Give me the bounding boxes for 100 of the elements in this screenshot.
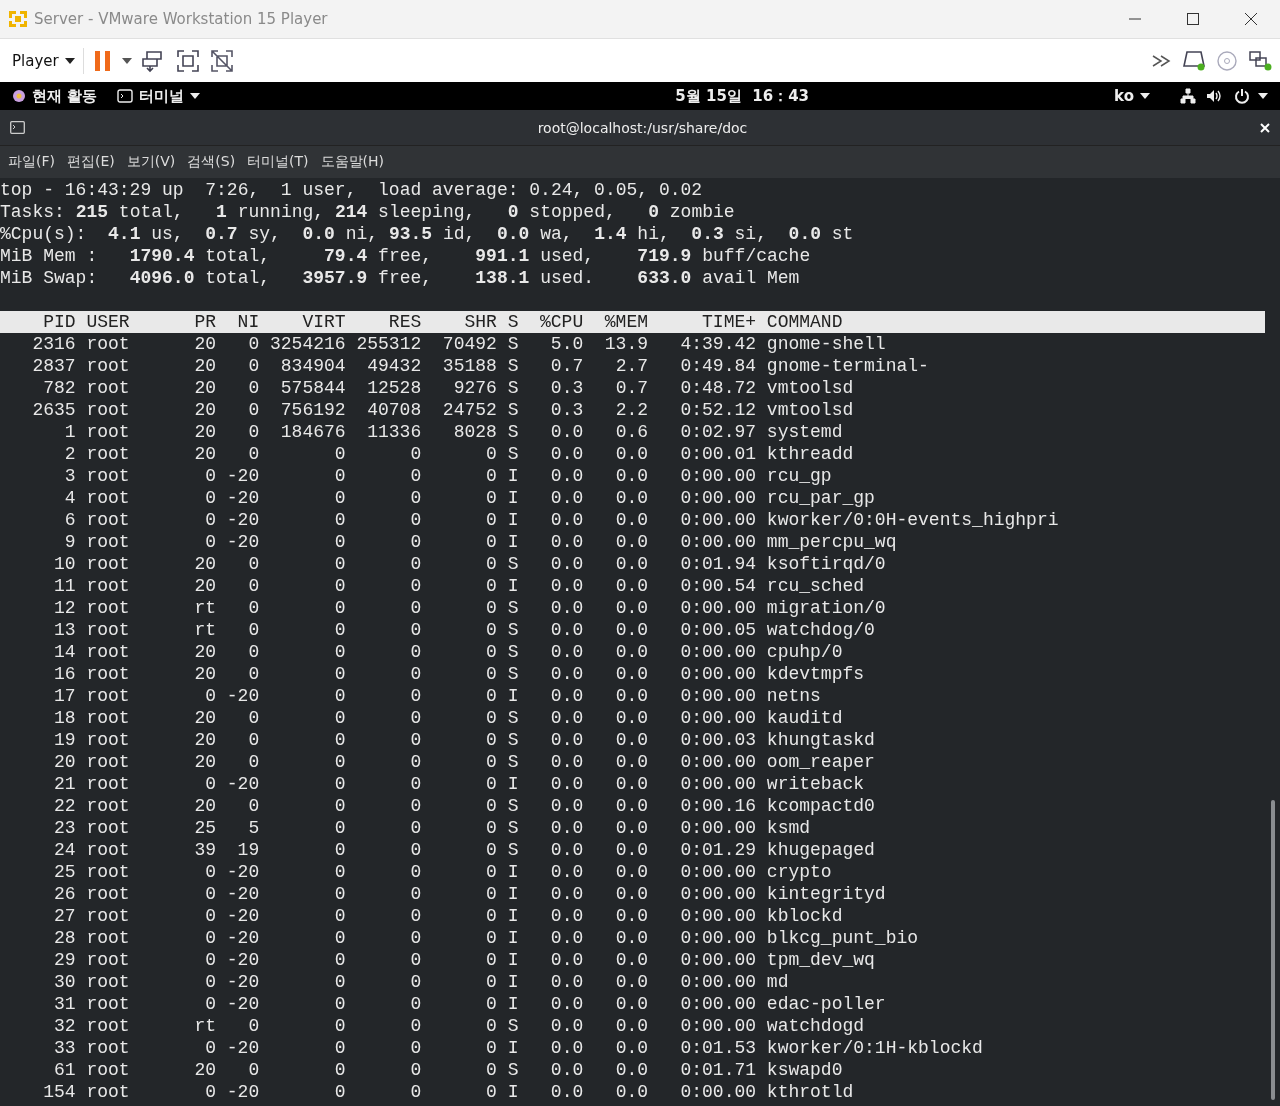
table-cell-text: 9 [63,531,76,553]
table-cell-text: root [85,839,131,861]
table-cell-text: root [85,575,131,597]
table-cell-text: 0.7 [614,377,649,399]
table-cell-text: 0.0 [549,663,584,685]
table-cell-text: 0.0 [549,531,584,553]
table-cell-text: 0:00.03 [679,729,757,751]
table-cell-text: 0 [204,971,216,993]
table-cell-text: 0 [247,751,260,773]
table-cell-text: 0.0 [614,641,649,663]
table-cell-text: 0 [485,597,497,619]
table-cell-text: I [506,465,519,487]
caret-icon [1140,93,1150,99]
table-cell-text: 0 [333,729,346,751]
table-cell-text: 5.0 [549,333,584,355]
table-cell-text: 0 [485,1081,497,1103]
table-cell-text: 0.0 [549,883,584,905]
table-cell-text: 10 [53,553,76,575]
table-cell-text: 0 [204,773,216,795]
table-cell-text: 0 [247,377,260,399]
menu-item[interactable]: 도움말(H) [314,153,391,171]
activities-button[interactable]: 현재 활동 [12,86,98,106]
table-cell-text: S [506,597,519,619]
menu-item[interactable]: 검색(S) [181,153,242,171]
table-cell-text: systemd [765,421,844,443]
table-cell-text: 0.0 [549,575,584,597]
table-cell-text: 0 [204,1037,216,1059]
table-cell-text: 0 [409,751,422,773]
menu-item[interactable]: 파일(F) [2,153,61,171]
table-cell-text: 0 [409,553,422,575]
table-cell-text: root [85,1059,131,1081]
fullscreen-icon[interactable] [175,48,200,73]
table-cell-text: root [85,355,131,377]
logo-icon [8,9,28,29]
table-cell-text: 20 [193,707,216,729]
menu-item[interactable]: 편집(E) [61,153,121,171]
table-cell-text: 0 [485,817,497,839]
table-cell-text: S [506,333,519,355]
table-cell-text: kthrotld [765,1081,855,1103]
caret-icon[interactable] [121,57,132,64]
table-cell-text: -20 [225,949,260,971]
table-cell-text: -20 [225,861,260,883]
table-cell-text: root [85,509,131,531]
app-menu[interactable]: 터미널 [117,86,201,106]
table-cell-text: 19 [236,839,260,861]
table-cell-text: root [85,817,131,839]
menu-item[interactable]: 보기(V) [120,153,182,171]
table-cell-text: 0.0 [549,465,584,487]
table-cell-text: root [85,421,131,443]
column-header: %CPU [539,311,584,333]
terminal-icon [117,89,134,103]
table-cell-text: 20 [193,1059,216,1081]
terminal-title: root@localhost:/usr/share/doc [536,119,749,136]
table-cell-text: 0 [247,553,260,575]
column-header: COMMAND [765,311,844,333]
table-cell-text: 0 [333,597,346,619]
table-cell-text: 0.0 [614,971,649,993]
menu-item[interactable]: 터미널(T) [241,153,315,171]
input-method-menu[interactable]: ko [1114,87,1150,105]
player-menu[interactable]: Player [12,47,84,74]
unity-icon[interactable] [209,48,234,73]
table-cell-text: 0:00.54 [679,575,757,597]
table-cell-text: root [85,399,131,421]
close-icon[interactable] [1260,122,1270,133]
table-cell-text: -20 [225,531,260,553]
table-cell-text: I [506,531,519,553]
table-cell-text: 0 [333,1037,346,1059]
table-cell-text: 0.7 [549,355,584,377]
chevrons-icon[interactable] [1152,54,1172,67]
table-cell-text: 20 [193,421,216,443]
table-cell-text: 0 [247,663,260,685]
table-cell-text: 23 [53,817,76,839]
table-cell-text: 11 [53,575,76,597]
table-cell-text: 0 [485,971,497,993]
table-cell-text: 24752 [441,399,497,421]
table-cell-text: S [506,421,519,443]
clock[interactable]: 5월 15일 16：43 [675,86,810,106]
network-adapter-icon[interactable] [1248,49,1272,72]
table-cell-text: S [506,443,519,465]
table-cell-text: 12528 [366,377,422,399]
table-cell-text: 0:00.00 [679,993,757,1015]
table-cell-text: 49432 [366,355,422,377]
table-cell-text: S [506,1015,519,1037]
table-cell-text: root [85,333,131,355]
table-cell-text: S [506,839,519,861]
table-cell-text: 35188 [441,355,497,377]
column-header: PR [193,311,216,333]
table-cell-text: -20 [225,883,260,905]
table-cell-text: kworker/0:1H-kblockd [765,1037,984,1059]
table-cell-text: vmtoolsd [765,399,855,421]
table-cell-text: 0.0 [549,1081,584,1103]
table-cell-text: 0:00.00 [679,1015,757,1037]
table-cell-text: 11336 [366,421,422,443]
pause-icon[interactable] [93,49,112,72]
table-cell-text: 0 [333,685,346,707]
table-cell-text: 0 [409,531,422,553]
scrollbar-thumb[interactable] [1271,800,1275,1100]
table-cell-text: 0.0 [549,1037,584,1059]
table-cell-text: 0:48.72 [679,377,757,399]
table-cell-text: -20 [225,1037,260,1059]
